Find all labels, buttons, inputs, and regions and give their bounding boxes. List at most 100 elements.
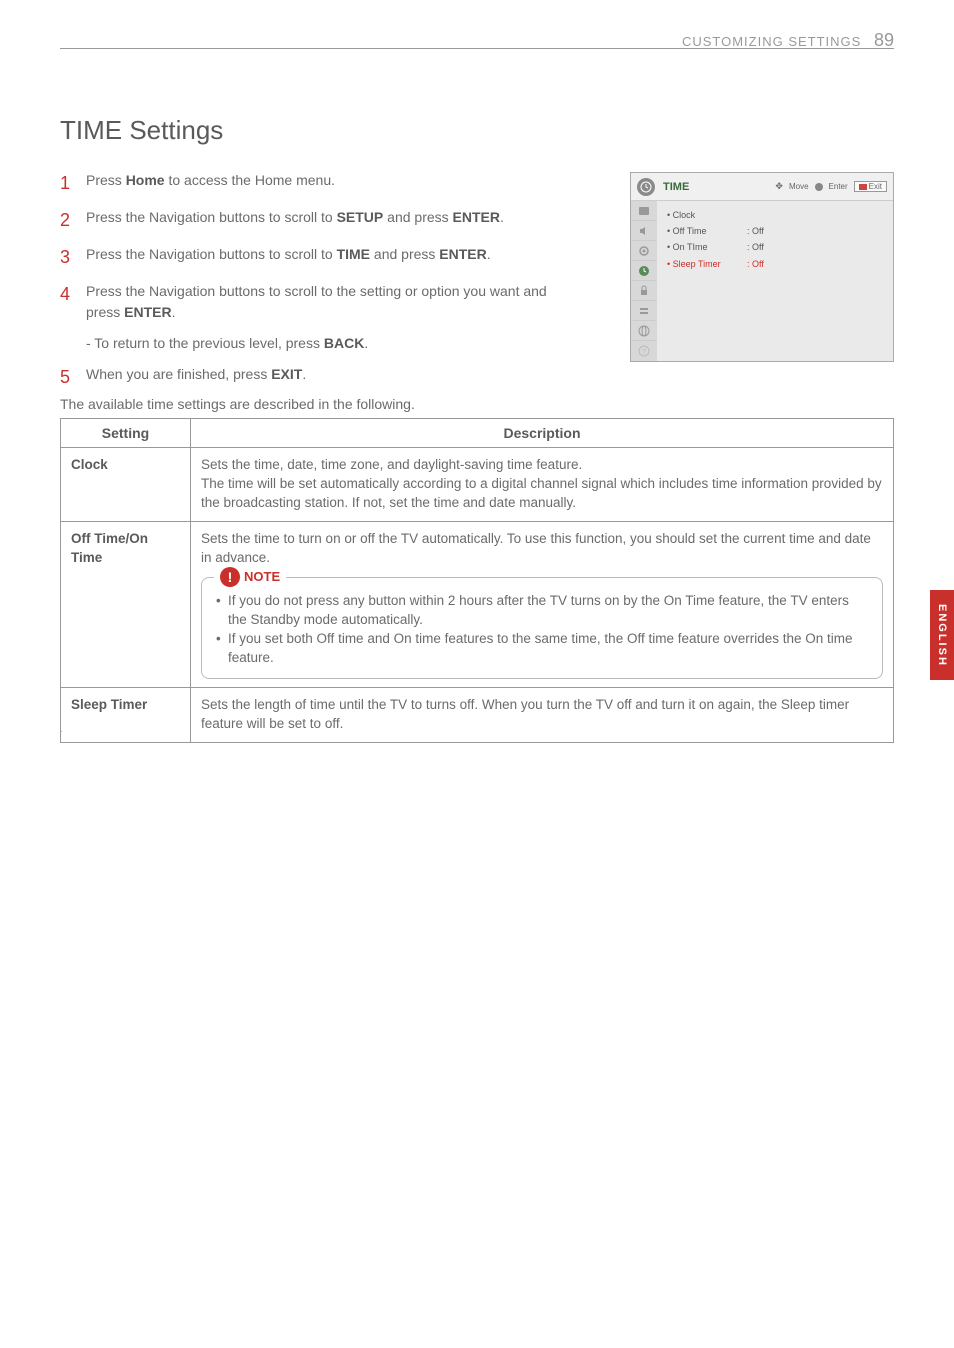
- language-tab: ENGLISH: [930, 590, 954, 680]
- steps-list: 1 Press Home to access the Home menu. 2 …: [60, 170, 560, 401]
- enter-key: ENTER: [453, 209, 500, 225]
- text: - To return to the previous level, press: [86, 335, 324, 351]
- text: When you are finished, press: [86, 366, 271, 382]
- page-number: 89: [874, 30, 894, 50]
- note-label: NOTE: [244, 568, 280, 586]
- step-number: 3: [60, 244, 86, 271]
- step-text: Press the Navigation buttons to scroll t…: [86, 281, 560, 323]
- text: .: [302, 366, 306, 382]
- osd-label: On TIme: [667, 239, 747, 255]
- sidebar-picture-icon: [631, 201, 657, 221]
- step-text: When you are finished, press EXIT.: [86, 364, 560, 391]
- osd-value: Off: [747, 256, 764, 272]
- step-5: 5 When you are finished, press EXIT.: [60, 364, 560, 391]
- exit-label: Exit: [869, 182, 882, 191]
- text: .: [364, 335, 368, 351]
- sidebar-option-icon: [631, 301, 657, 321]
- note-list: If you do not press any button within 2 …: [216, 592, 868, 668]
- setting-desc: Sets the time, date, time zone, and dayl…: [191, 448, 894, 522]
- setting-desc: Sets the time to turn on or off the TV a…: [191, 521, 894, 687]
- setup-key: SETUP: [337, 209, 384, 225]
- row-sleep-timer: Sleep Timer Sets the length of time unti…: [61, 688, 894, 743]
- exit-icon: [859, 184, 867, 190]
- step-number: 2: [60, 207, 86, 234]
- note-box: ! NOTE If you do not press any button wi…: [201, 577, 883, 679]
- text: Press the Navigation buttons to scroll t…: [86, 246, 337, 262]
- setting-name: Off Time/On Time: [61, 521, 191, 687]
- text: Press the Navigation buttons to scroll t…: [86, 209, 337, 225]
- text: to access the Home menu.: [165, 172, 335, 188]
- enter-key: ENTER: [124, 304, 171, 320]
- sidebar-lock-icon: [631, 281, 657, 301]
- step-1: 1 Press Home to access the Home menu.: [60, 170, 560, 197]
- page-title: TIME Settings: [60, 115, 223, 146]
- step-2: 2 Press the Navigation buttons to scroll…: [60, 207, 560, 234]
- text: .: [487, 246, 491, 262]
- sidebar-network-icon: [631, 321, 657, 341]
- header-section: CUSTOMIZING SETTINGS 89: [682, 30, 894, 51]
- step-number: 4: [60, 281, 86, 323]
- step-4-sub: - To return to the previous level, press…: [86, 333, 560, 354]
- intro-text: The available time settings are describe…: [60, 396, 415, 412]
- step-3: 3 Press the Navigation buttons to scroll…: [60, 244, 560, 271]
- osd-title: TIME: [663, 181, 775, 193]
- footnote-dot: .: [60, 724, 63, 734]
- desc-text: Sets the time to turn on or off the TV a…: [201, 531, 871, 565]
- clock-icon: [637, 178, 655, 196]
- osd-item-off-time: Off Time Off: [667, 223, 883, 239]
- warning-icon: !: [220, 567, 240, 587]
- osd-label: Off Time: [667, 223, 747, 239]
- osd-item-on-time: On TIme Off: [667, 239, 883, 255]
- text: and press: [370, 246, 439, 262]
- exit-button: Exit: [854, 181, 887, 192]
- osd-header-controls: ✥ Move Enter Exit: [775, 181, 887, 192]
- home-key: Home: [126, 172, 165, 188]
- col-description: Description: [191, 419, 894, 448]
- note-item: If you set both Off time and On time fea…: [216, 630, 868, 668]
- move-icon: ✥: [775, 181, 783, 192]
- sidebar-time-icon: [631, 261, 657, 281]
- enter-key: ENTER: [439, 246, 486, 262]
- text: .: [172, 304, 176, 320]
- osd-label: Clock: [667, 207, 747, 223]
- text: Press: [86, 172, 126, 188]
- osd-sidebar: ?: [631, 201, 657, 361]
- note-item: If you do not press any button within 2 …: [216, 592, 868, 630]
- osd-label: Sleep Timer: [667, 256, 747, 272]
- osd-panel: TIME ✥ Move Enter Exit ? Clock: [630, 172, 894, 362]
- note-title: ! NOTE: [214, 567, 286, 587]
- step-text: Press Home to access the Home menu.: [86, 170, 560, 197]
- svg-text:?: ?: [642, 349, 646, 356]
- text: .: [500, 209, 504, 225]
- row-off-on-time: Off Time/On Time Sets the time to turn o…: [61, 521, 894, 687]
- step-number: 1: [60, 170, 86, 197]
- time-key: TIME: [337, 246, 370, 262]
- col-setting: Setting: [61, 419, 191, 448]
- osd-body: ? Clock Off Time Off On TIme Off Sleep T…: [631, 201, 893, 361]
- sidebar-channel-icon: [631, 241, 657, 261]
- step-text: Press the Navigation buttons to scroll t…: [86, 244, 560, 271]
- step-number: 5: [60, 364, 86, 391]
- sidebar-support-icon: ?: [631, 341, 657, 361]
- exit-key: EXIT: [271, 366, 302, 382]
- osd-item-clock: Clock: [667, 207, 883, 223]
- setting-desc: Sets the length of time until the TV to …: [191, 688, 894, 743]
- osd-value: Off: [747, 223, 764, 239]
- setting-name: Clock: [61, 448, 191, 522]
- section-label: CUSTOMIZING SETTINGS: [682, 34, 861, 49]
- osd-content: Clock Off Time Off On TIme Off Sleep Tim…: [657, 201, 893, 361]
- setting-name: Sleep Timer: [61, 688, 191, 743]
- row-clock: Clock Sets the time, date, time zone, an…: [61, 448, 894, 522]
- osd-value: Off: [747, 239, 764, 255]
- osd-item-sleep-timer: Sleep Timer Off: [667, 256, 883, 272]
- settings-table: Setting Description Clock Sets the time,…: [60, 418, 894, 743]
- enter-icon: [815, 183, 823, 191]
- step-text: Press the Navigation buttons to scroll t…: [86, 207, 560, 234]
- osd-header: TIME ✥ Move Enter Exit: [631, 173, 893, 201]
- back-key: BACK: [324, 335, 364, 351]
- text: and press: [383, 209, 452, 225]
- move-label: Move: [789, 182, 809, 191]
- sidebar-audio-icon: [631, 221, 657, 241]
- enter-label: Enter: [829, 182, 848, 191]
- step-4: 4 Press the Navigation buttons to scroll…: [60, 281, 560, 323]
